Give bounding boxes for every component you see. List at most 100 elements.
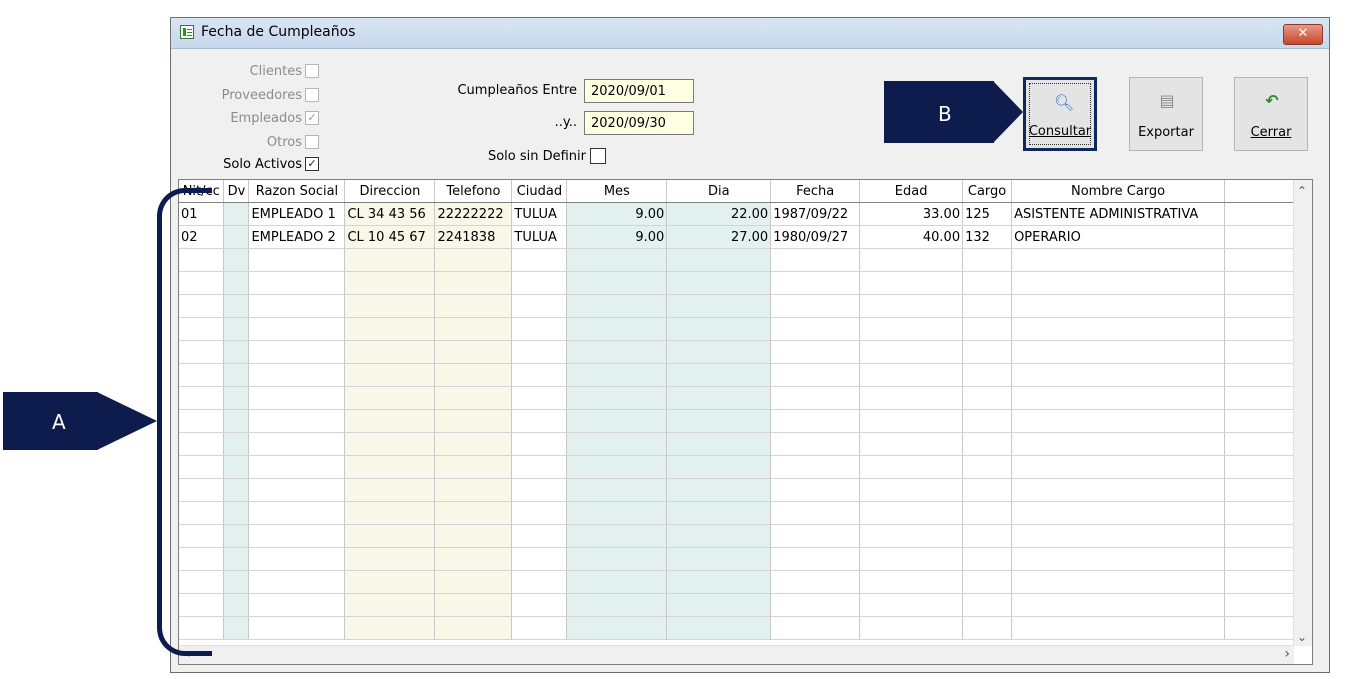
grid-cell[interactable] [962,317,1013,341]
grid-cell[interactable]: 132 [962,225,1013,249]
grid-cell[interactable] [666,271,772,295]
grid-cell[interactable] [511,478,568,502]
grid-cell[interactable] [223,593,250,617]
grid-cell[interactable] [859,524,964,548]
grid-cell[interactable] [434,294,513,318]
col-dia-header[interactable]: Dia [666,180,772,203]
grid-cell[interactable]: 27.00 [666,225,772,249]
grid-cell[interactable] [770,455,861,479]
grid-cell[interactable] [344,524,436,548]
grid-cell[interactable]: 9.00 [566,202,668,226]
grid-cell[interactable] [223,294,250,318]
grid-cell[interactable] [344,409,436,433]
grid-cell[interactable] [248,593,346,617]
grid-cell[interactable] [566,455,668,479]
grid-cell[interactable] [1011,432,1226,456]
grid-cell[interactable] [1011,409,1226,433]
grid-cell[interactable] [770,271,861,295]
grid-cell[interactable] [344,294,436,318]
grid-cell[interactable] [859,455,964,479]
grid-cell[interactable] [666,616,772,640]
grid-cell[interactable] [566,409,668,433]
grid-cell[interactable] [962,547,1013,571]
grid-cell[interactable] [770,294,861,318]
grid-cell[interactable] [511,616,568,640]
table-row[interactable] [179,616,1312,640]
grid-cell[interactable] [223,524,250,548]
grid-cell[interactable] [248,363,346,387]
col-fecha-header[interactable]: Fecha [770,180,861,203]
grid-cell[interactable] [566,271,668,295]
grid-cell[interactable] [1011,317,1226,341]
col-telefono-header[interactable]: Telefono [434,180,513,203]
grid-cell[interactable]: EMPLEADO 2 [248,225,346,249]
solo-activos-checkbox[interactable]: ✓ [305,157,319,171]
table-row[interactable]: 02 EMPLEADO 2 CL 10 45 67 2241838 TULUA 9.00 2… [179,225,1312,249]
grid-cell[interactable] [223,570,250,594]
grid-cell[interactable] [859,248,964,272]
grid-cell[interactable] [859,271,964,295]
grid-cell[interactable] [859,386,964,410]
grid-cell[interactable]: TULUA [511,225,568,249]
date-from-input[interactable] [584,79,694,103]
col-ciudad-header[interactable]: Ciudad [511,180,568,203]
grid-cell[interactable] [962,340,1013,364]
grid-cell[interactable] [511,248,568,272]
filter-solo-sin-definir[interactable]: Solo sin Definir [471,147,611,165]
grid-cell[interactable] [248,547,346,571]
col-edad-header[interactable]: Edad [859,180,964,203]
grid-cell[interactable] [1011,248,1226,272]
grid-cell[interactable] [962,386,1013,410]
table-row[interactable]: 01 EMPLEADO 1 CL 34 43 56 22222222 TULUA 9.00… [179,202,1312,226]
grid-cell[interactable] [859,616,964,640]
grid-cell[interactable] [770,501,861,525]
grid-cell[interactable] [666,248,772,272]
grid-cell[interactable] [666,317,772,341]
table-row[interactable] [179,547,1312,571]
grid-cell[interactable] [434,501,513,525]
grid-cell[interactable] [511,386,568,410]
grid-cell[interactable] [1011,363,1226,387]
grid-cell[interactable] [1011,524,1226,548]
grid-cell[interactable]: 125 [962,202,1013,226]
grid-cell[interactable] [962,570,1013,594]
grid-cell[interactable] [666,455,772,479]
table-row[interactable] [179,593,1312,617]
grid-cell[interactable] [344,570,436,594]
grid-cell[interactable] [1011,501,1226,525]
grid-cell[interactable] [344,478,436,502]
grid-cell[interactable] [434,524,513,548]
grid-cell[interactable] [770,524,861,548]
birthday-grid[interactable]: Nit/cc Dv Razon Social Direccion Telefon… [178,179,1313,665]
table-row[interactable] [179,248,1312,272]
grid-cell[interactable] [566,317,668,341]
grid-cell[interactable] [666,386,772,410]
grid-cell[interactable] [248,271,346,295]
grid-cell[interactable] [566,294,668,318]
grid-cell[interactable] [859,409,964,433]
col-dv-header[interactable]: Dv [223,180,250,203]
grid-cell[interactable] [223,225,250,249]
grid-cell[interactable] [223,317,250,341]
table-row[interactable] [179,432,1312,456]
grid-cell[interactable] [962,455,1013,479]
grid-cell[interactable] [248,616,346,640]
table-row[interactable] [179,524,1312,548]
grid-cell[interactable] [770,570,861,594]
scroll-down-icon[interactable]: ⌄ [1297,630,1307,644]
grid-cell[interactable] [666,478,772,502]
grid-cell[interactable] [223,616,250,640]
grid-cell[interactable] [666,524,772,548]
grid-cell[interactable] [962,501,1013,525]
grid-cell[interactable] [248,248,346,272]
grid-cell[interactable]: 22222222 [434,202,513,226]
table-row[interactable] [179,455,1312,479]
grid-cell[interactable] [859,363,964,387]
grid-cell[interactable] [434,317,513,341]
grid-cell[interactable] [962,248,1013,272]
table-row[interactable] [179,363,1312,387]
grid-cell[interactable]: 2241838 [434,225,513,249]
cerrar-button[interactable]: ↶ Cerrar [1234,77,1308,151]
table-row[interactable] [179,340,1312,364]
grid-cell[interactable] [770,386,861,410]
